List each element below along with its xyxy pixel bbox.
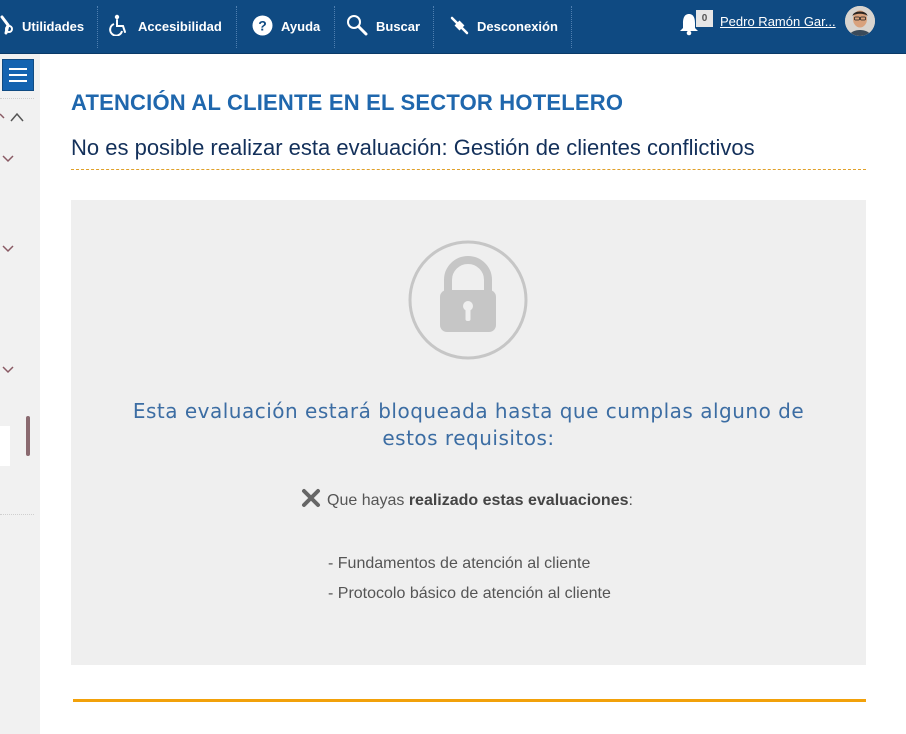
nav-divider (571, 6, 572, 48)
svg-text:?: ? (258, 17, 267, 33)
requirement-prefix: Que hayas (327, 491, 409, 509)
lock-icon (408, 240, 528, 360)
sidebar-active-item[interactable] (0, 426, 10, 466)
title-divider (71, 169, 866, 170)
nav-accesibilidad-label: Accesibilidad (138, 19, 222, 34)
requirement-bold: realizado estas evaluaciones (408, 491, 629, 509)
nav-desconexion-label: Desconexión (477, 19, 558, 34)
blocked-message: Esta evaluación estará bloqueada hasta q… (132, 399, 805, 450)
search-icon (346, 14, 368, 39)
sidebar (0, 54, 40, 734)
chevron-down-icon[interactable] (2, 154, 14, 164)
nav-divider (433, 6, 434, 48)
list-item[interactable]: - Fundamentos de atención al cliente (328, 549, 611, 579)
nav-divider (236, 6, 237, 48)
top-navigation-bar: Utilidades Accesibilidad ? Ayuda Buscar … (0, 0, 906, 54)
chevron-up-icon[interactable] (0, 110, 28, 124)
wheelchair-icon (108, 14, 130, 39)
close-icon (301, 488, 321, 513)
nav-buscar-label: Buscar (376, 19, 421, 34)
requirement-line: Que hayas realizado estas evaluaciones : (301, 488, 633, 513)
nav-divider (334, 6, 335, 48)
nav-ayuda[interactable]: ? Ayuda (252, 0, 320, 53)
footer-divider (73, 699, 866, 702)
nav-divider (97, 6, 98, 48)
list-item[interactable]: - Protocolo básico de atención al client… (328, 579, 611, 609)
requirement-suffix: : (628, 491, 633, 509)
menu-toggle-button[interactable] (2, 59, 34, 91)
nav-utilidades-label: Utilidades (22, 19, 85, 34)
notification-count-badge: 0 (696, 10, 713, 27)
disconnect-icon (449, 15, 469, 38)
sidebar-scrollbar[interactable] (26, 416, 30, 456)
help-icon: ? (252, 15, 273, 39)
sidebar-divider (0, 98, 34, 99)
course-title: ATENCIÓN AL CLIENTE EN EL SECTOR HOTELER… (71, 90, 624, 115)
chevron-down-icon[interactable] (2, 244, 14, 254)
nav-desconexion[interactable]: Desconexión (449, 0, 558, 53)
chevron-down-icon[interactable] (2, 365, 14, 375)
nav-ayuda-label: Ayuda (281, 19, 321, 34)
evaluation-title: No es posible realizar esta evaluación: … (71, 135, 755, 160)
hamburger-icon (9, 68, 27, 82)
nav-buscar[interactable]: Buscar (346, 0, 420, 53)
tools-icon (0, 15, 14, 38)
blocked-evaluation-panel: Esta evaluación estará bloqueada hasta q… (71, 200, 866, 665)
sidebar-divider (0, 514, 34, 515)
required-evaluations-list: - Fundamentos de atención al cliente - P… (328, 549, 611, 609)
nav-accesibilidad[interactable]: Accesibilidad (108, 0, 222, 53)
avatar[interactable] (845, 6, 875, 36)
user-profile-link[interactable]: Pedro Ramón Gar... (720, 14, 836, 29)
nav-utilidades[interactable]: Utilidades (0, 0, 84, 53)
